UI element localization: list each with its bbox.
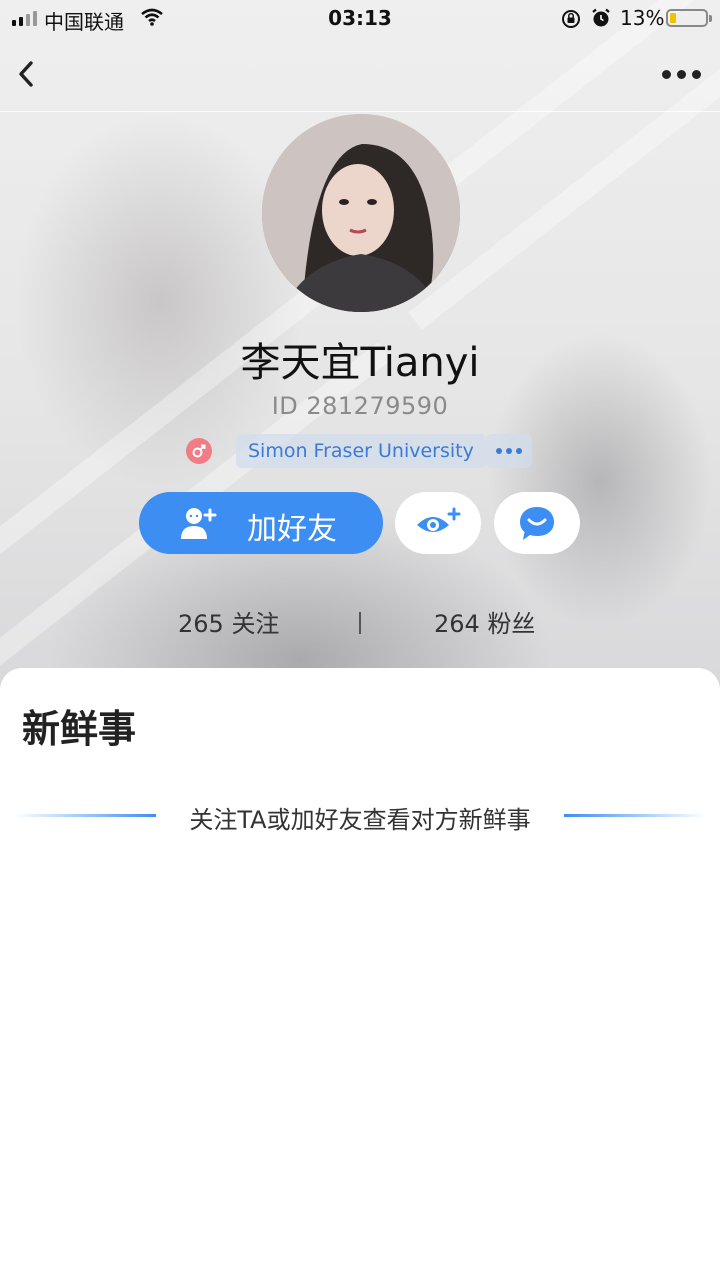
feed-hint-text: 关注TA或加好友查看对方新鲜事 <box>189 806 531 834</box>
battery-percent: 13% <box>620 6 665 30</box>
more-options-button[interactable] <box>656 54 706 94</box>
more-tags-button[interactable] <box>486 434 532 468</box>
add-friend-label: 加好友 <box>247 512 337 547</box>
avatar[interactable] <box>262 114 460 312</box>
eye-plus-icon <box>417 507 461 532</box>
rotation-lock-icon <box>560 8 582 34</box>
avatar-photo <box>262 114 460 312</box>
nav-bar <box>0 40 720 112</box>
status-time: 03:13 <box>328 6 392 30</box>
fans-count[interactable]: 264 粉丝 <box>434 604 535 639</box>
chat-button[interactable] <box>494 492 580 554</box>
add-friend-button[interactable]: 加好友 <box>139 492 383 554</box>
feed-card: 新鲜事 关注TA或加好友查看对方新鲜事 <box>0 668 720 1280</box>
gender-icon <box>186 438 212 464</box>
feed-title: 新鲜事 <box>22 707 137 751</box>
profile-id: ID 281279590 <box>271 392 449 420</box>
feed-hint: 关注TA或加好友查看对方新鲜事 <box>0 798 720 834</box>
ellipsis-icon <box>496 448 502 454</box>
back-button[interactable] <box>6 54 46 94</box>
follow-stats: 265 关注 264 粉丝 <box>0 604 720 640</box>
following-count[interactable]: 265 关注 <box>178 604 279 639</box>
add-user-icon <box>179 506 219 544</box>
hint-divider-right <box>564 814 706 817</box>
profile-name: 李天宜Tianyi <box>240 340 480 386</box>
alarm-icon <box>590 7 612 33</box>
follow-button[interactable] <box>395 492 481 554</box>
chat-bubble-icon <box>520 507 554 540</box>
battery-icon <box>666 9 712 27</box>
chevron-left-icon <box>19 61 33 87</box>
stats-divider <box>359 612 361 634</box>
profile-tags: Simon Fraser University <box>0 434 720 468</box>
status-bar: 中国联通 03:13 13% <box>0 0 720 36</box>
school-tag[interactable]: Simon Fraser University <box>236 434 486 468</box>
more-dots-icon <box>661 69 671 79</box>
